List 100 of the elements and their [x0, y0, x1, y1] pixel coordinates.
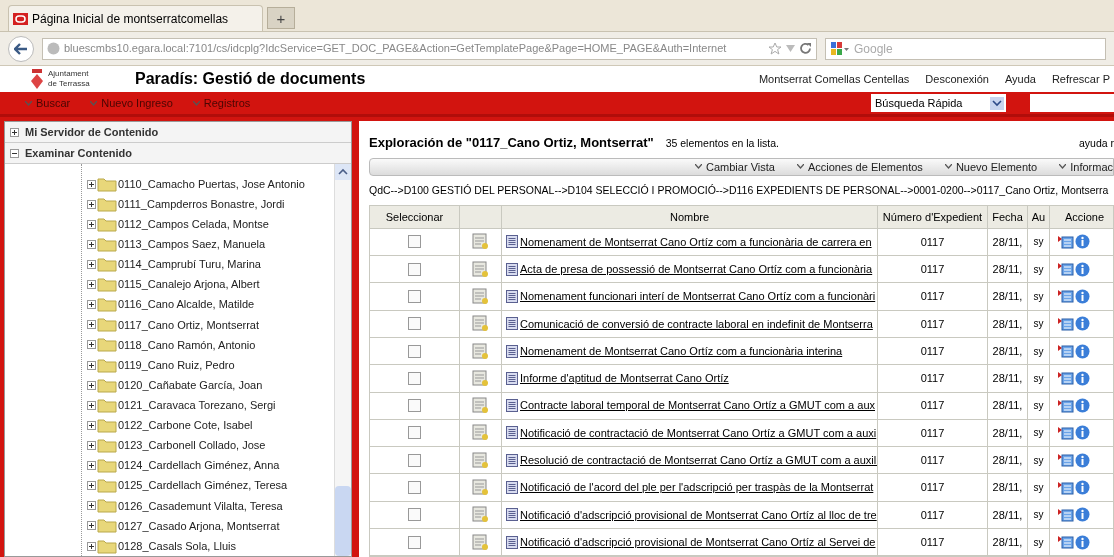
row-checkbox[interactable]: [408, 453, 421, 467]
tree-item[interactable]: 0124_Cardellach Giménez, Anna: [87, 455, 334, 476]
row-checkbox[interactable]: [408, 481, 421, 495]
row-checkbox[interactable]: [408, 535, 421, 549]
scroll-thumb[interactable]: [335, 486, 351, 556]
star-icon[interactable]: [768, 41, 782, 56]
list-action-icon[interactable]: [1058, 480, 1074, 495]
column-header[interactable]: Seleccionar: [370, 205, 460, 228]
document-link[interactable]: Notificació d'adscripció provisional de Montserrat Cano Ortíz al Servei de: [520, 533, 876, 551]
expand-icon[interactable]: [87, 541, 96, 551]
info-icon[interactable]: [1075, 316, 1090, 332]
scrollbar[interactable]: [334, 164, 351, 556]
expand-icon[interactable]: [87, 340, 96, 350]
quick-search-select[interactable]: Búsqueda Rápida: [871, 94, 1006, 112]
info-icon[interactable]: [1075, 534, 1090, 550]
document-link[interactable]: Notificació de l'acord del ple per l'adscripció per traspàs de la Montserrat: [520, 479, 874, 496]
expand-icon[interactable]: [87, 420, 96, 430]
header-link[interactable]: Montserrat Comellas Centellas: [758, 70, 910, 88]
document-link[interactable]: Nomenament de Montserrat Cano Ortíz com a funcionària interina: [520, 342, 843, 360]
info-icon[interactable]: [1075, 234, 1090, 250]
header-link[interactable]: Ayuda: [1004, 70, 1036, 88]
tree-item[interactable]: 0114_Camprubí Turu, Marina: [87, 254, 334, 275]
tree-item[interactable]: 0127_Casado Arjona, Montserrat: [87, 515, 334, 536]
expand-icon[interactable]: [87, 400, 96, 410]
row-checkbox[interactable]: [408, 371, 421, 385]
info-icon[interactable]: [1075, 343, 1090, 359]
document-link[interactable]: Contracte laboral temporal de Montserrat Cano Ortíz a GMUT com a aux: [520, 397, 875, 414]
expand-icon[interactable]: [87, 501, 96, 511]
document-link[interactable]: Comunicació de conversió de contracte laboral en indefinit de Montserra: [520, 315, 873, 333]
tree-item[interactable]: 0117_Cano Ortiz, Montserrat: [87, 314, 334, 335]
document-link[interactable]: Acta de presa de possessió de Montserrat Cano Ortíz com a funcionària: [520, 260, 873, 278]
tree-item[interactable]: 0111_Campderros Bonastre, Jordi: [87, 194, 334, 215]
expand-icon[interactable]: [87, 440, 96, 450]
expand-icon[interactable]: [87, 219, 96, 229]
list-action-icon[interactable]: [1058, 398, 1074, 413]
toolbar-menu[interactable]: Informac: [1059, 158, 1113, 175]
tree-item[interactable]: 0116_Cano Alcalde, Matilde: [87, 294, 334, 315]
tree-item[interactable]: 0120_Cañabate García, Joan: [87, 375, 334, 396]
header-link[interactable]: Refrescar P: [1051, 70, 1110, 88]
list-action-icon[interactable]: [1058, 344, 1074, 359]
tree-item[interactable]: 0113_Campos Saez, Manuela: [87, 234, 334, 255]
column-header[interactable]: Accione: [1050, 205, 1114, 228]
toolbar-menu[interactable]: Cambiar Vista: [695, 158, 775, 175]
toolbar-menu[interactable]: Acciones de Elementos: [796, 158, 923, 175]
document-link[interactable]: Nomenament funcionari interí de Montserrat Cano Ortíz com a funcionàri: [520, 288, 876, 305]
document-link[interactable]: Resolució de contractació de Montserrat Cano Ortíz a GMUT com a auxili: [520, 452, 877, 469]
column-header[interactable]: Número d'Expedient: [878, 205, 988, 228]
list-action-icon[interactable]: [1058, 425, 1074, 440]
column-header[interactable]: Nombre: [502, 205, 878, 228]
address-bar[interactable]: bluescmbs10.egara.local:7101/cs/idcplg?IdcService=GET_DOC_PAGE&Action=GetTemplatePage&Page=HOME_PAGE&Auth=Internet: [42, 37, 817, 60]
info-icon[interactable]: [1075, 370, 1090, 386]
expand-icon[interactable]: [87, 280, 96, 290]
tree-item[interactable]: 0122_Carbone Cote, Isabel: [87, 415, 334, 436]
info-icon[interactable]: [1075, 507, 1090, 523]
tree-item[interactable]: 0118_Cano Ramón, Antonio: [87, 334, 334, 355]
row-checkbox[interactable]: [408, 508, 421, 522]
back-button[interactable]: [8, 35, 34, 62]
row-checkbox[interactable]: [408, 235, 421, 249]
document-link[interactable]: Nomenament de Montserrat Cano Ortíz com a funcionària de carrera en: [520, 233, 872, 251]
expand-icon[interactable]: [87, 481, 96, 491]
browser-tab[interactable]: Página Inicial de montserratcomellas: [8, 5, 263, 31]
list-action-icon[interactable]: [1058, 262, 1074, 277]
expand-icon[interactable]: [87, 260, 96, 269]
tree-item[interactable]: 0121_Caravaca Torezano, Sergi: [87, 395, 334, 416]
info-icon[interactable]: [1075, 425, 1090, 441]
row-checkbox[interactable]: [408, 344, 421, 358]
column-header[interactable]: Fecha: [988, 205, 1028, 228]
expand-icon[interactable]: [87, 360, 96, 370]
toolbar-menu[interactable]: Nuevo Elemento: [944, 158, 1038, 175]
tree-item[interactable]: 0110_Camacho Puertas, Jose Antonio: [87, 174, 334, 195]
document-link[interactable]: Notificació de contractació de Montserrat Cano Ortíz a GMUT com a auxi: [520, 424, 877, 442]
document-link[interactable]: Notificació d'adscripció provisional de Montserrat Cano Ortíz al lloc de tre: [520, 506, 877, 524]
list-action-icon[interactable]: [1058, 507, 1074, 522]
info-icon[interactable]: [1075, 480, 1090, 496]
row-checkbox[interactable]: [408, 262, 421, 276]
row-checkbox[interactable]: [408, 399, 421, 413]
expand-icon[interactable]: [87, 239, 96, 249]
section-header[interactable]: Mi Servidor de Contenido: [5, 122, 351, 143]
row-checkbox[interactable]: [408, 426, 421, 440]
tree-item[interactable]: 0123_Carbonell Collado, Jose: [87, 435, 334, 456]
collapse-icon[interactable]: [10, 148, 19, 158]
info-icon[interactable]: [1075, 398, 1090, 414]
tree-item[interactable]: 0126_Casademunt Vilalta, Teresa: [87, 495, 334, 516]
row-checkbox[interactable]: [408, 290, 421, 303]
header-link[interactable]: Desconexión: [925, 70, 989, 88]
expand-icon[interactable]: [87, 179, 96, 189]
list-action-icon[interactable]: [1058, 289, 1074, 304]
info-icon[interactable]: [1075, 452, 1090, 468]
tree-item[interactable]: 0112_Campos Celada, Montse: [87, 214, 334, 235]
tree-item[interactable]: 0119_Cano Ruiz, Pedro: [87, 355, 334, 376]
expand-icon[interactable]: [87, 320, 96, 330]
scroll-up-icon[interactable]: [335, 164, 351, 180]
tree-item[interactable]: 0125_Cardellach Giménez, Teresa: [87, 475, 334, 496]
document-link[interactable]: Informe d'aptitud de Montserrat Cano Ortíz: [520, 370, 729, 387]
expand-icon[interactable]: [87, 300, 96, 310]
new-tab-button[interactable]: +: [267, 7, 295, 29]
list-action-icon[interactable]: [1058, 316, 1074, 331]
info-icon[interactable]: [1075, 261, 1090, 277]
column-header[interactable]: Au: [1028, 205, 1050, 228]
row-checkbox[interactable]: [408, 317, 421, 331]
